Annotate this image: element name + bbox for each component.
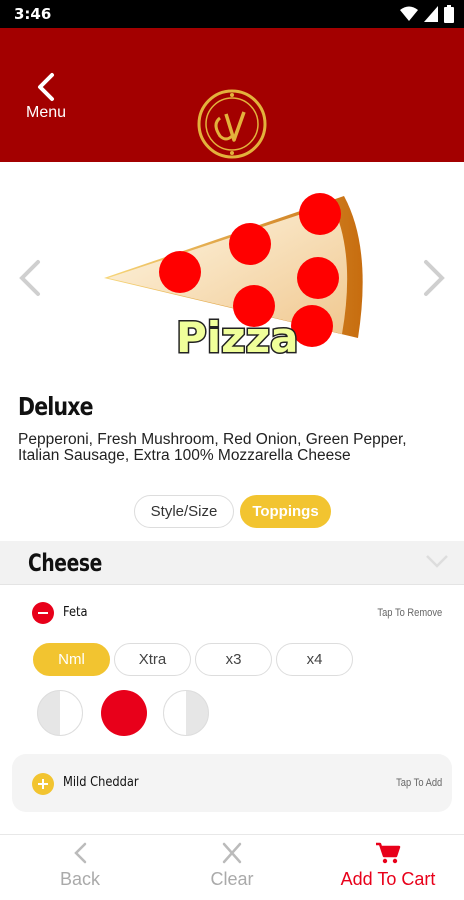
brand-logo (197, 89, 267, 159)
topping-row-feta[interactable]: Feta Tap To Remove (0, 598, 464, 630)
back-button[interactable]: Back (40, 841, 120, 899)
left-half-portion-icon[interactable] (37, 690, 83, 736)
menu-back-button[interactable]: Menu (18, 72, 74, 132)
close-icon (222, 842, 242, 864)
pizza-image-caption: Pizza (176, 313, 298, 362)
clear-label: Clear (210, 869, 254, 889)
bottom-action-bar: Back Clear Add To Cart (0, 834, 464, 900)
status-bar: 3:46 (0, 0, 464, 28)
previous-image-arrow-icon[interactable] (14, 258, 44, 298)
whole-portion-icon[interactable] (101, 690, 147, 736)
pizza-slice-image: Pizza (104, 193, 363, 364)
add-to-cart-button[interactable]: Add To Cart (322, 841, 454, 899)
add-to-cart-label: Add To Cart (340, 869, 436, 889)
item-image-carousel: Pizza (0, 162, 464, 378)
chevron-down-icon (426, 555, 448, 568)
status-time: 3:46 (14, 5, 52, 23)
battery-icon (444, 5, 454, 23)
clear-button[interactable]: Clear (192, 841, 272, 899)
amount-option-nml[interactable]: Nml (33, 643, 110, 676)
next-image-arrow-icon[interactable] (420, 258, 450, 298)
amount-option-x4[interactable]: x4 (276, 643, 353, 676)
chevron-left-icon (74, 842, 87, 864)
app-header: Menu (0, 28, 464, 162)
back-label: Back (59, 869, 101, 889)
remove-topping-icon[interactable] (32, 602, 54, 624)
tab-style-size[interactable]: Style/Size (134, 495, 234, 528)
menu-back-label: Menu (25, 104, 67, 121)
chevron-left-icon (38, 73, 54, 101)
item-title: Deluxe (18, 392, 94, 421)
tap-hint: Tap To Remove (377, 607, 442, 619)
cart-icon (376, 842, 401, 864)
amount-option-x3[interactable]: x3 (195, 643, 272, 676)
topping-row-mild-cheddar[interactable]: Mild Cheddar Tap To Add (12, 754, 452, 812)
tab-toppings[interactable]: Toppings (240, 495, 331, 528)
section-title: Cheese (28, 549, 102, 577)
right-half-portion-icon[interactable] (163, 690, 209, 736)
wifi-icon (400, 6, 418, 21)
item-description: Pepperoni, Fresh Mushroom, Red Onion, Gr… (18, 431, 407, 464)
cheese-section-header[interactable]: Cheese (0, 541, 464, 585)
add-topping-icon[interactable] (32, 773, 54, 795)
amount-option-xtra[interactable]: Xtra (114, 643, 191, 676)
cellular-signal-icon (424, 6, 438, 22)
tap-hint: Tap To Add (395, 777, 442, 789)
status-icons (400, 4, 454, 24)
topping-name: Mild Cheddar (63, 775, 139, 790)
topping-name: Feta (63, 605, 88, 620)
